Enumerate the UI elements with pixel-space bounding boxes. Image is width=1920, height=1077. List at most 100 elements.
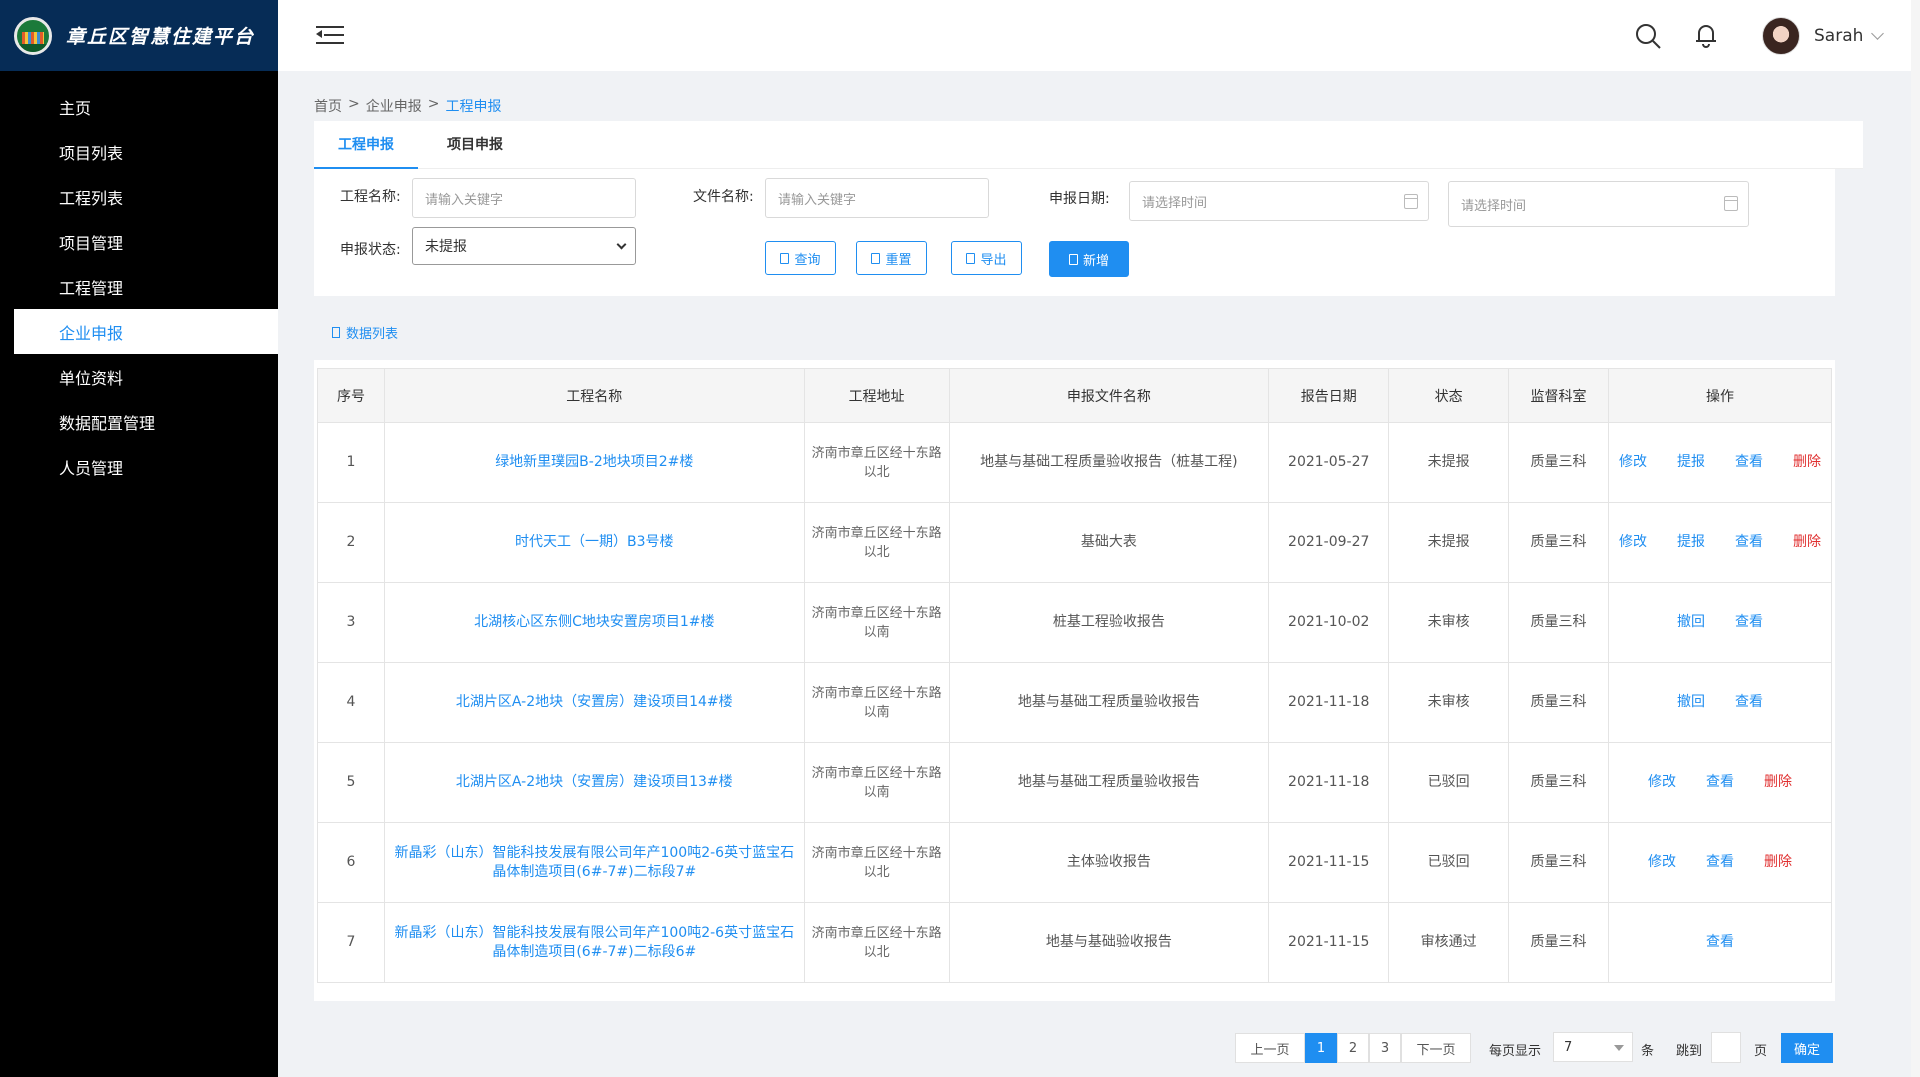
cell-file-name: 地基与基础工程质量验收报告 [948, 662, 1270, 743]
filter-panel: 工程名称: 请输入关键字 文件名称: 请输入关键字 申报日期: 请选择时间 请选… [314, 169, 1835, 296]
query-button-label: 查询 [794, 252, 821, 268]
per-page-unit: 条 [1641, 1044, 1655, 1059]
col-header-status: 状态 [1388, 368, 1510, 423]
jump-page-input[interactable] [1711, 1032, 1741, 1063]
cell-date: 2021-11-15 [1268, 822, 1390, 903]
sidebar-item-project-management[interactable]: 项目管理 [0, 219, 278, 264]
delete-link[interactable]: 删除 [1793, 533, 1821, 552]
date-start-placeholder: 请选择时间 [1142, 195, 1208, 211]
cell-project-name-link[interactable]: 时代天工（一期）B3号楼 [383, 502, 805, 583]
cell-project-name-link[interactable]: 北湖片区A-2地块（安置房）建设项目14#楼 [383, 662, 805, 743]
reset-button[interactable]: 重置 [856, 241, 927, 275]
view-link[interactable]: 查看 [1735, 533, 1763, 552]
view-link[interactable]: 查看 [1735, 693, 1763, 712]
per-page-label: 每页显示 [1489, 1044, 1542, 1059]
table-row: 4 北湖片区A-2地块（安置房）建设项目14#楼 济南市章丘区经十东路以南 地基… [317, 662, 1832, 743]
delete-link[interactable]: 删除 [1764, 853, 1792, 872]
per-page-select[interactable]: 7 [1553, 1032, 1633, 1062]
view-link[interactable]: 查看 [1735, 613, 1763, 632]
cell-project-name-link[interactable]: 北湖片区A-2地块（安置房）建设项目13#楼 [383, 742, 805, 823]
file-name-label: 文件名称: [693, 189, 754, 205]
export-button[interactable]: 导出 [951, 241, 1022, 275]
edit-link[interactable]: 修改 [1648, 773, 1676, 792]
sidebar-menu: 主页 项目列表 工程列表 项目管理 工程管理 企业申报 单位资料 数据配置管理 … [0, 84, 278, 489]
sidebar-item-engineering-management[interactable]: 工程管理 [0, 264, 278, 309]
reset-icon [871, 252, 881, 264]
edit-link[interactable]: 修改 [1648, 853, 1676, 872]
prev-page-button[interactable]: 上一页 [1235, 1033, 1305, 1063]
file-name-input[interactable]: 请输入关键字 [765, 178, 989, 218]
project-name-input[interactable]: 请输入关键字 [412, 178, 636, 218]
submit-link[interactable]: 提报 [1677, 453, 1705, 472]
calendar-icon [1404, 194, 1418, 209]
cell-file-name: 桩基工程验收报告 [948, 582, 1270, 663]
sidebar-item-project-list[interactable]: 项目列表 [0, 129, 278, 174]
cell-actions: 修改 提报 查看 删除 [1608, 502, 1832, 583]
cell-date: 2021-05-27 [1268, 422, 1390, 503]
delete-link[interactable]: 删除 [1764, 773, 1792, 792]
sidebar-item-enterprise-declaration[interactable]: 企业申报 [14, 309, 278, 354]
table-row: 7 新晶彩（山东）智能科技发展有限公司年产100吨2-6英寸蓝宝石晶体制造项目(… [317, 902, 1832, 983]
cell-dept: 质量三科 [1508, 502, 1610, 583]
view-link[interactable]: 查看 [1706, 933, 1734, 952]
page-button-3[interactable]: 3 [1369, 1033, 1401, 1063]
date-start-input[interactable]: 请选择时间 [1129, 181, 1429, 221]
cell-project-name-link[interactable]: 新晶彩（山东）智能科技发展有限公司年产100吨2-6英寸蓝宝石晶体制造项目(6#… [383, 902, 805, 983]
table-row: 2 时代天工（一期）B3号楼 济南市章丘区经十东路以北 基础大表 2021-09… [317, 502, 1832, 583]
cell-no: 6 [317, 822, 385, 903]
data-list-title-text: 数据列表 [346, 327, 399, 342]
col-header-date: 报告日期 [1268, 368, 1390, 423]
delete-link[interactable]: 删除 [1793, 453, 1821, 472]
bell-icon[interactable] [1692, 21, 1720, 49]
edit-link[interactable]: 修改 [1619, 533, 1647, 552]
breadcrumb-parent[interactable]: 企业申报 [366, 96, 422, 116]
withdraw-link[interactable]: 撤回 [1677, 613, 1705, 632]
cell-date: 2021-11-15 [1268, 902, 1390, 983]
breadcrumb-home[interactable]: 首页 [314, 96, 342, 116]
project-name-label: 工程名称: [340, 189, 401, 205]
search-icon[interactable] [1634, 22, 1662, 50]
search-icon [780, 252, 790, 264]
submit-link[interactable]: 提报 [1677, 533, 1705, 552]
page-button-1[interactable]: 1 [1305, 1033, 1337, 1063]
cell-status: 未审核 [1388, 582, 1510, 663]
add-button-label: 新增 [1082, 253, 1109, 269]
sidebar: 章丘区智慧住建平台 主页 项目列表 工程列表 项目管理 工程管理 企业申报 单位… [0, 0, 278, 1077]
withdraw-link[interactable]: 撤回 [1677, 693, 1705, 712]
add-button[interactable]: 新增 [1049, 241, 1129, 277]
sidebar-item-personnel[interactable]: 人员管理 [0, 444, 278, 489]
cell-date: 2021-11-18 [1268, 662, 1390, 743]
page-button-2[interactable]: 2 [1337, 1033, 1369, 1063]
sidebar-item-home[interactable]: 主页 [0, 84, 278, 129]
view-link[interactable]: 查看 [1706, 773, 1734, 792]
status-select[interactable]: 未提报 [412, 227, 636, 265]
add-icon [1068, 253, 1078, 265]
scrollbar[interactable] [1911, 0, 1920, 1077]
cell-no: 1 [317, 422, 385, 503]
date-end-input[interactable]: 请选择时间 [1448, 181, 1749, 227]
tab-project-declaration[interactable]: 项目申报 [447, 121, 503, 169]
sidebar-item-data-config[interactable]: 数据配置管理 [0, 399, 278, 444]
cell-address: 济南市章丘区经十东路以南 [803, 662, 950, 743]
sidebar-item-engineering-list[interactable]: 工程列表 [0, 174, 278, 219]
next-page-button[interactable]: 下一页 [1401, 1033, 1471, 1063]
jump-confirm-button[interactable]: 确定 [1781, 1033, 1833, 1063]
cell-project-name-link[interactable]: 新晶彩（山东）智能科技发展有限公司年产100吨2-6英寸蓝宝石晶体制造项目(6#… [383, 822, 805, 903]
view-link[interactable]: 查看 [1706, 853, 1734, 872]
cell-dept: 质量三科 [1508, 822, 1610, 903]
user-menu[interactable]: Sarah [1762, 17, 1885, 55]
cell-project-name-link[interactable]: 北湖核心区东侧C地块安置房项目1#楼 [383, 582, 805, 663]
query-button[interactable]: 查询 [765, 241, 836, 275]
tab-engineering-declaration[interactable]: 工程申报 [314, 121, 418, 169]
sidebar-item-unit-data[interactable]: 单位资料 [0, 354, 278, 399]
cell-actions: 撤回 查看 [1608, 582, 1832, 663]
chevron-down-icon [616, 239, 627, 250]
cell-address: 济南市章丘区经十东路以南 [803, 582, 950, 663]
export-icon [966, 252, 976, 264]
menu-toggle-icon[interactable] [316, 25, 344, 45]
list-icon [332, 327, 340, 338]
cell-project-name-link[interactable]: 绿地新里璞园B-2地块项目2#楼 [383, 422, 805, 503]
view-link[interactable]: 查看 [1735, 453, 1763, 472]
edit-link[interactable]: 修改 [1619, 453, 1647, 472]
cell-file-name: 地基与基础工程质量验收报告（桩基工程) [948, 422, 1270, 503]
